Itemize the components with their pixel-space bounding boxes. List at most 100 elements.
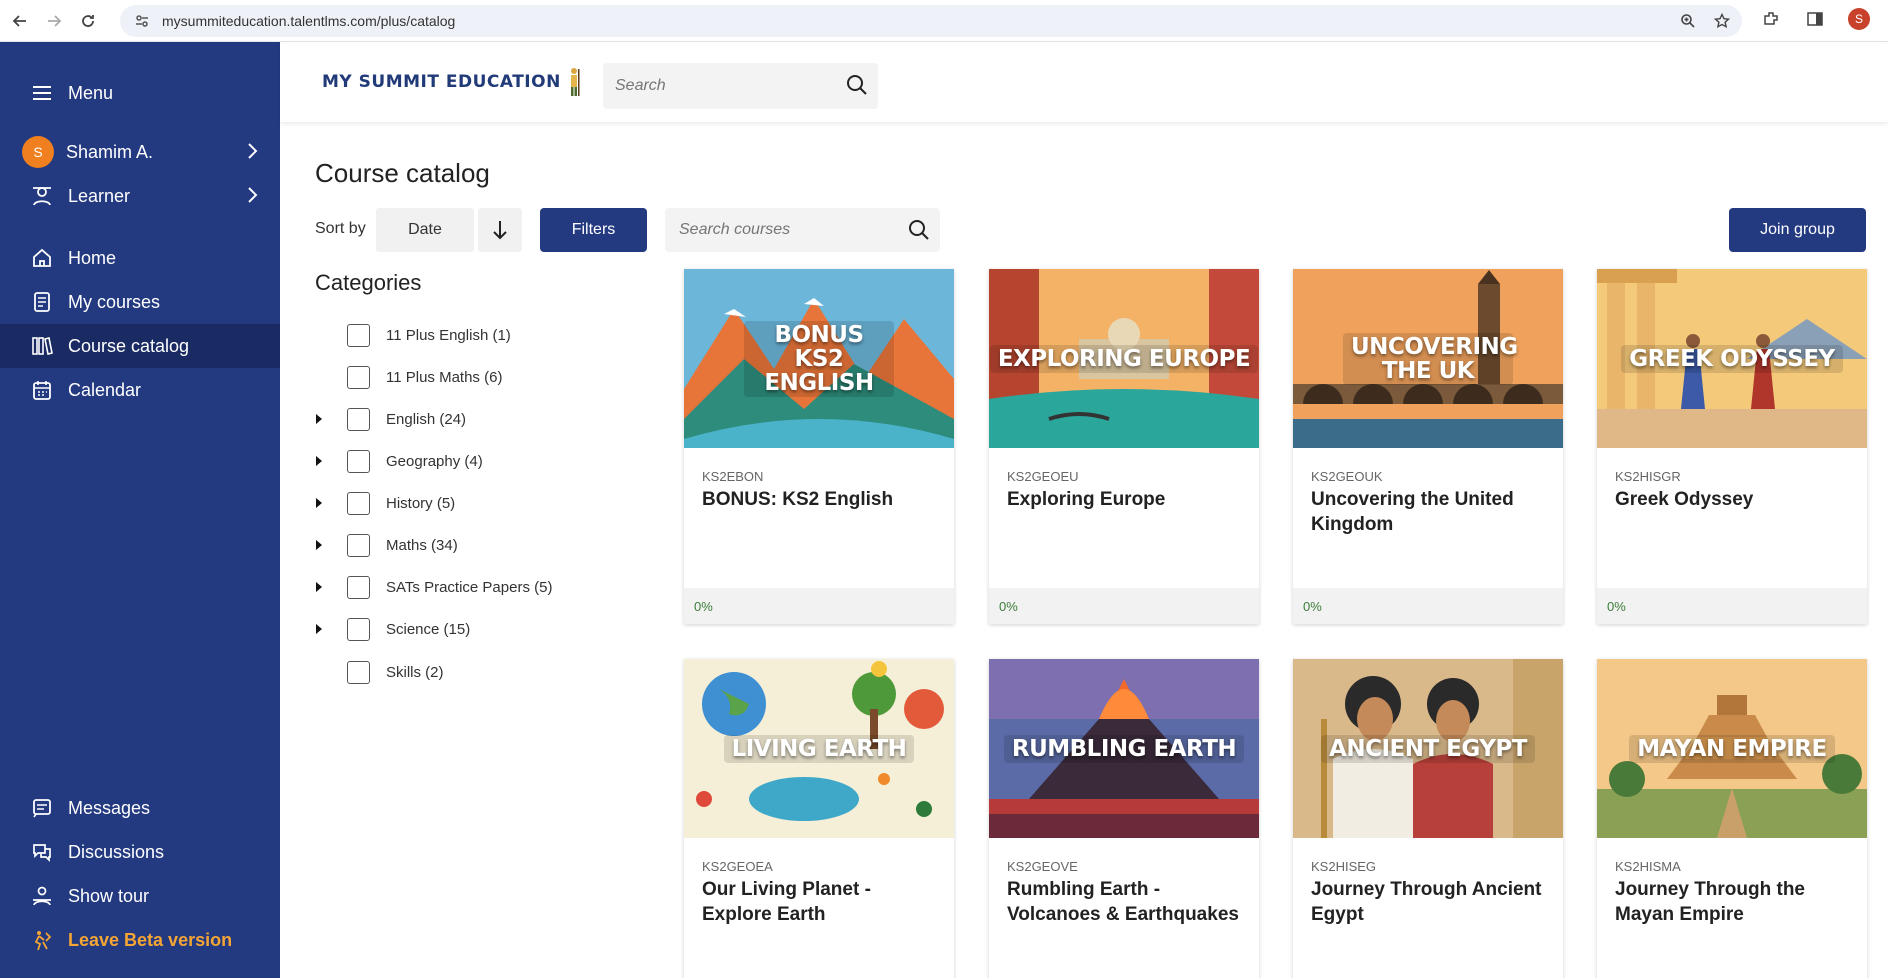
- course-card[interactable]: RUMBLING EARTH KS2GEOVE Rumbling Earth -…: [989, 659, 1259, 978]
- course-progress: 0%: [989, 588, 1259, 624]
- category-label: 11 Plus English (1): [386, 326, 511, 344]
- categories-title: Categories: [315, 270, 422, 295]
- category-item[interactable]: Skills (2): [315, 659, 444, 685]
- browser-profile-avatar[interactable]: S: [1848, 8, 1870, 30]
- search-icon[interactable]: [846, 74, 868, 101]
- course-progress: 0%: [1597, 588, 1867, 624]
- category-checkbox[interactable]: [347, 660, 370, 684]
- course-code: KS2EBON: [702, 469, 764, 484]
- category-item[interactable]: Geography (4): [315, 448, 483, 474]
- course-thumbnail[interactable]: GREEK ODYSSEY: [1597, 269, 1867, 448]
- category-item[interactable]: 11 Plus Maths (6): [315, 364, 502, 390]
- category-checkbox[interactable]: [347, 533, 370, 557]
- expand-triangle-icon[interactable]: [315, 413, 333, 425]
- address-bar[interactable]: mysummiteducation.talentlms.com/plus/cat…: [120, 5, 1742, 37]
- sidebar-item-label: Calendar: [68, 379, 142, 400]
- chevron-right-icon: [246, 142, 258, 165]
- sidebar-item-discussions[interactable]: Discussions: [0, 830, 280, 874]
- avatar: S: [22, 136, 54, 168]
- category-label: Geography (4): [386, 452, 483, 470]
- course-banner-text: GREEK ODYSSEY: [1621, 344, 1843, 373]
- course-search[interactable]: [665, 208, 940, 252]
- course-card[interactable]: EXPLORING EUROPE KS2GEOEU Exploring Euro…: [989, 269, 1259, 624]
- course-card[interactable]: MAYAN EMPIRE KS2HISMA Journey Through th…: [1597, 659, 1867, 978]
- discussion-icon: [30, 840, 54, 864]
- sidebar-item-show-tour[interactable]: Show tour: [0, 874, 280, 918]
- course-title[interactable]: Journey Through the Mayan Empire: [1615, 877, 1855, 927]
- course-thumbnail[interactable]: BONUS KS2 ENGLISH: [684, 269, 954, 448]
- user-name: Shamim A.: [66, 141, 154, 162]
- expand-triangle-icon[interactable]: [315, 539, 333, 551]
- expand-triangle-icon[interactable]: [315, 623, 333, 635]
- sidebar-item-leave-beta[interactable]: Leave Beta version: [0, 918, 280, 962]
- forward-icon[interactable]: [40, 7, 68, 35]
- category-item[interactable]: 11 Plus English (1): [315, 322, 511, 348]
- sidebar-item-course-catalog[interactable]: Course catalog: [0, 324, 280, 368]
- course-thumbnail[interactable]: UNCOVERING THE UK: [1293, 269, 1563, 448]
- back-icon[interactable]: [6, 7, 34, 35]
- global-search[interactable]: [603, 63, 878, 109]
- course-title[interactable]: Journey Through Ancient Egypt: [1311, 877, 1551, 927]
- category-item[interactable]: SATs Practice Papers (5): [315, 574, 552, 600]
- url-text: mysummiteducation.talentlms.com/plus/cat…: [162, 13, 456, 29]
- expand-triangle-icon[interactable]: [315, 455, 333, 467]
- course-card[interactable]: UNCOVERING THE UK KS2GEOUK Uncovering th…: [1293, 269, 1563, 624]
- course-thumbnail[interactable]: MAYAN EMPIRE: [1597, 659, 1867, 838]
- side-panel-icon[interactable]: [1804, 8, 1826, 30]
- course-card[interactable]: GREEK ODYSSEY KS2HISGR Greek Odyssey 0%: [1597, 269, 1867, 624]
- global-search-input[interactable]: [615, 77, 825, 95]
- course-title[interactable]: Uncovering the United Kingdom: [1311, 487, 1551, 537]
- course-banner-text: UNCOVERING THE UK: [1343, 332, 1518, 385]
- course-card[interactable]: ANCIENT EGYPT KS2HISEG Journey Through A…: [1293, 659, 1563, 978]
- reload-icon[interactable]: [74, 7, 102, 35]
- category-checkbox[interactable]: [347, 575, 370, 599]
- expand-triangle-icon[interactable]: [315, 497, 333, 509]
- expand-triangle-icon[interactable]: [315, 581, 333, 593]
- course-thumbnail[interactable]: LIVING EARTH: [684, 659, 954, 838]
- sort-select[interactable]: Date: [376, 208, 474, 252]
- extensions-icon[interactable]: [1760, 8, 1782, 30]
- bookmark-star-icon[interactable]: [1712, 11, 1732, 31]
- sidebar-role-switch[interactable]: Learner: [0, 174, 280, 218]
- filters-button[interactable]: Filters: [540, 208, 647, 252]
- logo[interactable]: MY SUMMIT EDUCATION: [322, 64, 581, 100]
- category-item[interactable]: History (5): [315, 490, 455, 516]
- category-label: History (5): [386, 494, 456, 512]
- category-checkbox[interactable]: [347, 491, 370, 515]
- course-title[interactable]: Exploring Europe: [1007, 487, 1247, 512]
- course-thumbnail[interactable]: RUMBLING EARTH: [989, 659, 1259, 838]
- menu-label: Menu: [68, 82, 114, 103]
- course-search-input[interactable]: [679, 221, 889, 239]
- category-item[interactable]: Science (15): [315, 616, 470, 642]
- course-thumbnail[interactable]: EXPLORING EUROPE: [989, 269, 1259, 448]
- browser-toolbar: mysummiteducation.talentlms.com/plus/cat…: [0, 0, 1888, 42]
- category-item[interactable]: English (24): [315, 406, 466, 432]
- category-checkbox[interactable]: [347, 617, 370, 641]
- category-checkbox[interactable]: [347, 365, 370, 389]
- course-title[interactable]: Our Living Planet - Explore Earth: [702, 877, 942, 927]
- sort-direction-button[interactable]: [478, 208, 522, 252]
- sidebar-item-home[interactable]: Home: [0, 236, 280, 280]
- zoom-icon[interactable]: [1678, 11, 1698, 31]
- category-item[interactable]: Maths (34): [315, 532, 458, 558]
- sidebar-item-calendar[interactable]: Calendar: [0, 368, 280, 412]
- category-checkbox[interactable]: [347, 449, 370, 473]
- library-icon: [30, 334, 54, 358]
- search-icon[interactable]: [908, 219, 930, 246]
- site-info-icon[interactable]: [128, 13, 156, 29]
- course-card[interactable]: LIVING EARTH KS2GEOEA Our Living Planet …: [684, 659, 954, 978]
- sidebar-item-messages[interactable]: Messages: [0, 786, 280, 830]
- sidebar-user[interactable]: S Shamim A.: [0, 130, 280, 174]
- category-checkbox[interactable]: [347, 323, 370, 347]
- course-title[interactable]: Rumbling Earth - Volcanoes & Earthquakes: [1007, 877, 1247, 927]
- category-checkbox[interactable]: [347, 407, 370, 431]
- course-title[interactable]: Greek Odyssey: [1615, 487, 1855, 512]
- join-group-button[interactable]: Join group: [1729, 208, 1866, 252]
- leave-icon: [30, 928, 54, 952]
- sidebar-item-my-courses[interactable]: My courses: [0, 280, 280, 324]
- course-thumbnail[interactable]: ANCIENT EGYPT: [1293, 659, 1563, 838]
- course-card[interactable]: BONUS KS2 ENGLISH KS2EBON BONUS: KS2 Eng…: [684, 269, 954, 624]
- course-title[interactable]: BONUS: KS2 English: [702, 487, 942, 512]
- learner-icon: [30, 184, 54, 208]
- sidebar-menu-toggle[interactable]: Menu: [0, 71, 280, 115]
